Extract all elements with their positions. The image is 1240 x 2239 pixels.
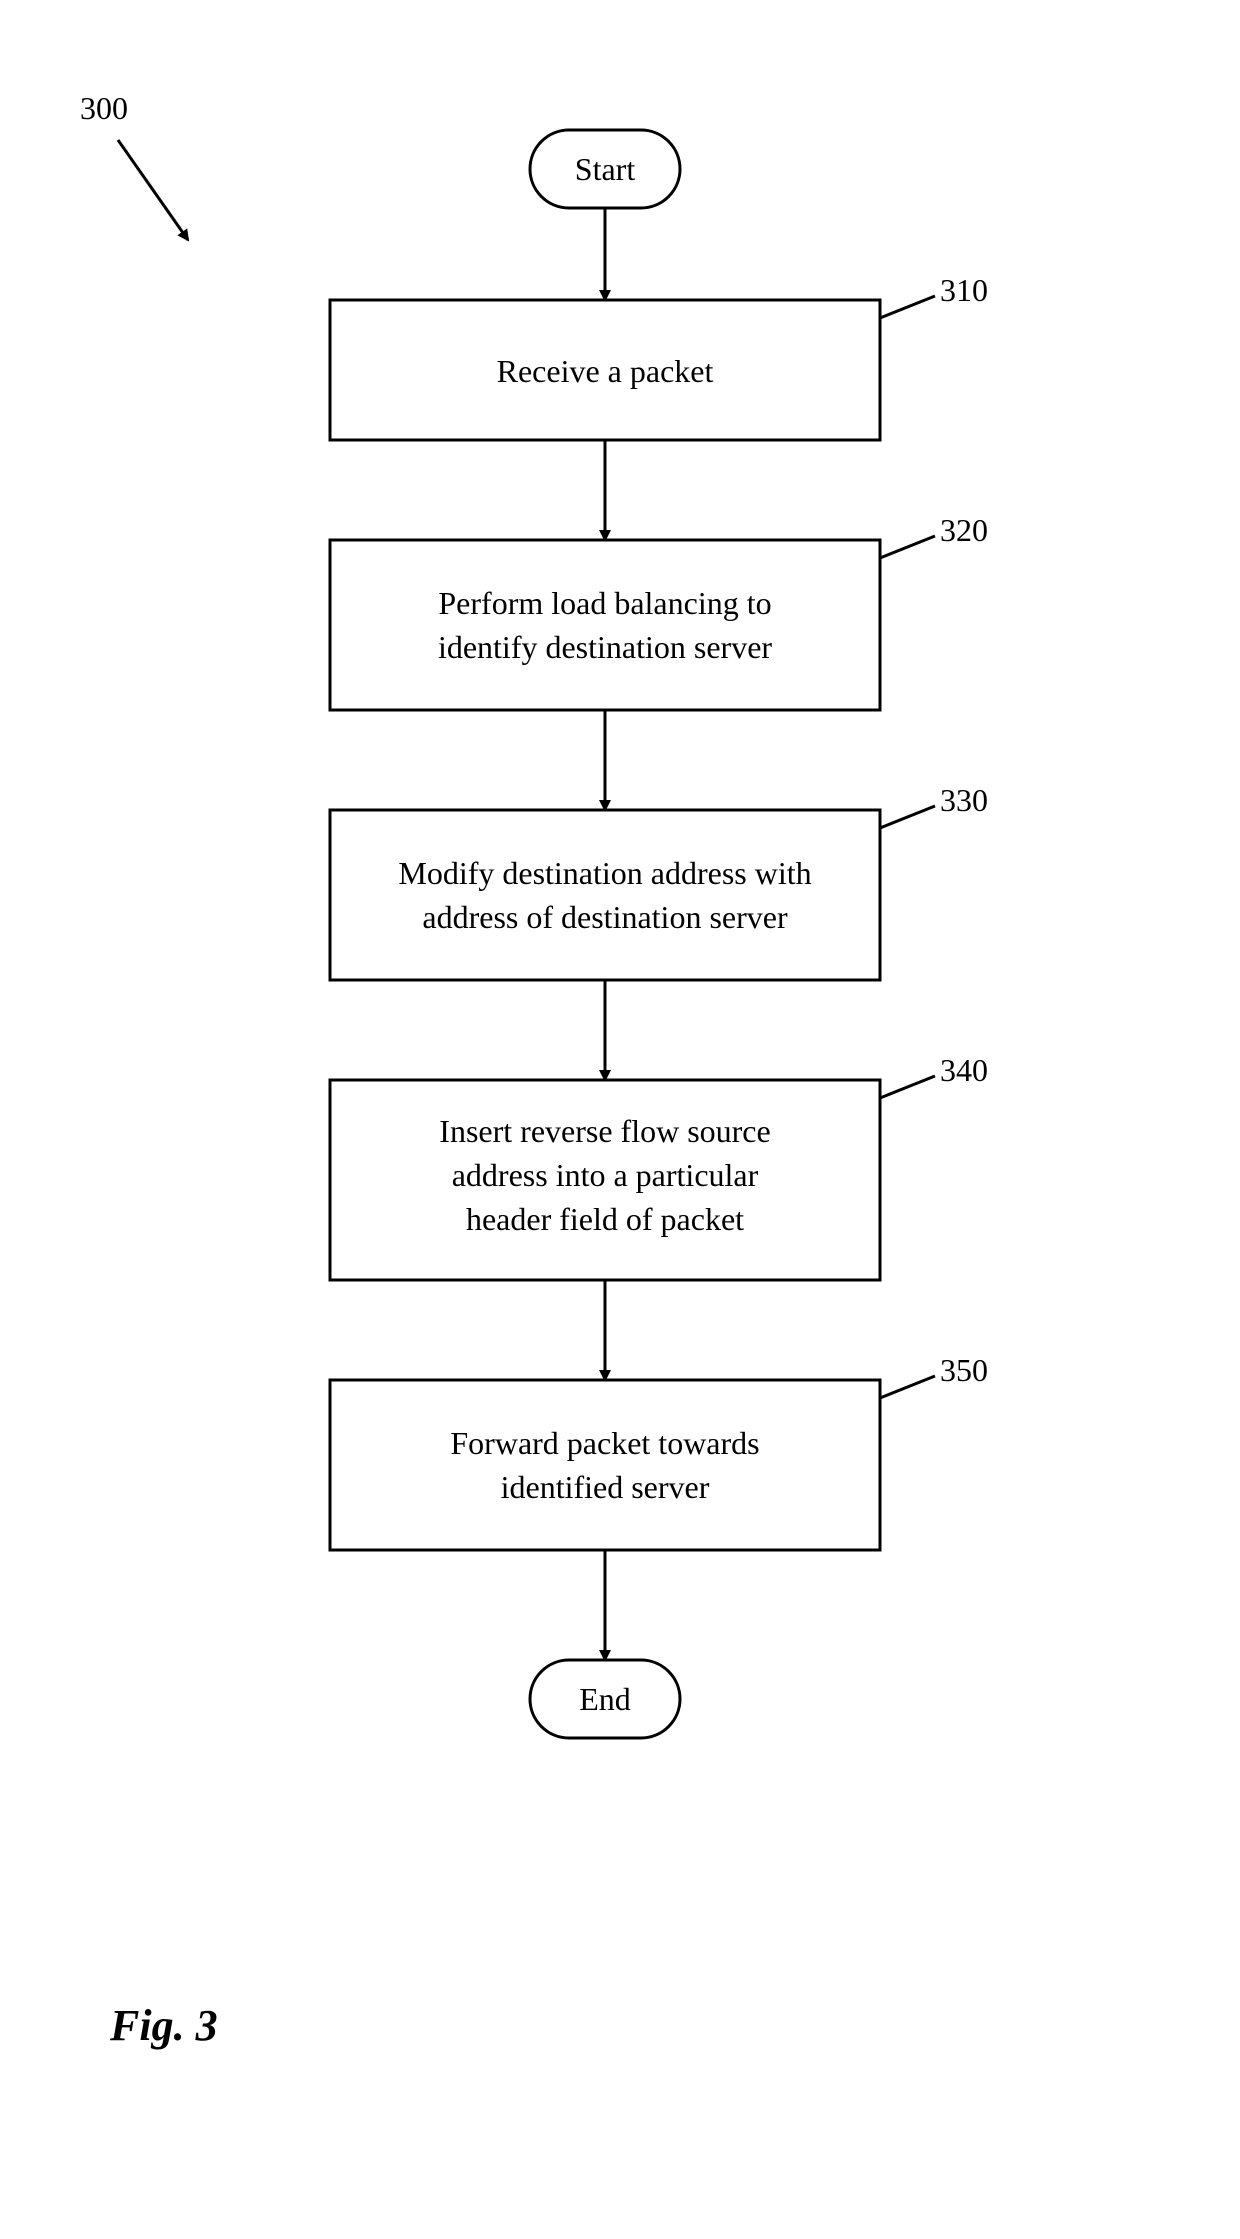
ref-line-330: [880, 806, 935, 828]
ref-line-320: [880, 536, 935, 558]
node-start: Start: [530, 130, 680, 208]
node-340: Insert reverse flow source address into …: [330, 1080, 880, 1280]
node-320: Perform load balancing to identify desti…: [330, 540, 880, 710]
ref-line-310: [880, 296, 935, 318]
node-320-label-l2: identify destination server: [438, 629, 772, 665]
ref-label-310: 310: [940, 272, 988, 309]
node-340-label-l2: address into a particular: [452, 1157, 759, 1193]
node-350-label-l1: Forward packet towards: [450, 1425, 759, 1461]
node-310-label: Receive a packet: [497, 353, 714, 389]
node-340-label-l3: header field of packet: [466, 1201, 744, 1237]
ref-label-330: 330: [940, 782, 988, 819]
node-350: Forward packet towards identified server: [330, 1380, 880, 1550]
ref-label-320: 320: [940, 512, 988, 549]
node-350-label-l2: identified server: [501, 1469, 710, 1505]
ref-label-350: 350: [940, 1352, 988, 1389]
ref-label-340: 340: [940, 1052, 988, 1089]
node-330: Modify destination address with address …: [330, 810, 880, 980]
node-start-label: Start: [575, 151, 636, 187]
flowchart-svg: Start Receive a packet Perform load bala…: [0, 0, 1240, 2239]
node-330-label-l2: address of destination server: [422, 899, 788, 935]
ref-line-350: [880, 1376, 935, 1398]
figure-label: Fig. 3: [110, 2000, 218, 2051]
ref-line-340: [880, 1076, 935, 1098]
node-320-label-l1: Perform load balancing to: [438, 585, 771, 621]
node-end: End: [530, 1660, 680, 1738]
ref-arrow-300: [118, 140, 188, 240]
node-340-label-l1: Insert reverse flow source: [439, 1113, 770, 1149]
node-end-label: End: [579, 1681, 631, 1717]
node-310: Receive a packet: [330, 300, 880, 440]
node-330-label-l1: Modify destination address with: [398, 855, 811, 891]
diagram-page: 300 Start Receive a packet Perform load …: [0, 0, 1240, 2239]
